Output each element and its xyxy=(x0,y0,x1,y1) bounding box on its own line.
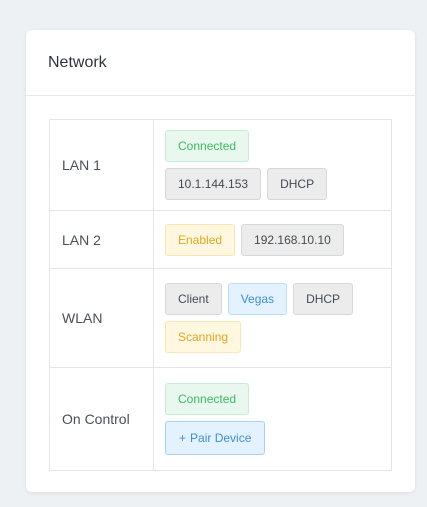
row-wlan: WLAN Client Vegas DHCP Scanning xyxy=(49,268,392,368)
row-lan1: LAN 1 Connected 10.1.144.153 DHCP xyxy=(49,119,392,211)
row-label: LAN 1 xyxy=(49,119,154,211)
card-title: Network xyxy=(48,53,107,71)
row-label: On Control xyxy=(49,367,154,471)
plus-icon: + xyxy=(179,431,187,445)
dhcp-badge: DHCP xyxy=(293,283,354,315)
pair-device-button[interactable]: + Pair Device xyxy=(165,421,266,455)
row-on-control: On Control Connected + Pair Device xyxy=(49,367,392,471)
card-header: Network xyxy=(26,30,415,96)
row-values: Connected 10.1.144.153 DHCP xyxy=(153,119,392,211)
row-values: Connected + Pair Device xyxy=(153,367,392,471)
ssid-badge: Vegas xyxy=(227,283,288,315)
row-label: LAN 2 xyxy=(49,210,154,269)
row-values: Client Vegas DHCP Scanning xyxy=(153,268,392,368)
network-table: LAN 1 Connected 10.1.144.153 DHCP LAN 2 E… xyxy=(49,119,392,471)
status-badge: Enabled xyxy=(165,223,236,256)
row-values: Enabled 192.168.10.10 xyxy=(153,210,392,269)
status-badge: Scanning xyxy=(165,321,242,353)
ip-address-badge: 10.1.144.153 xyxy=(165,168,262,200)
pair-device-label: Pair Device xyxy=(190,431,252,445)
row-label: WLAN xyxy=(49,268,154,368)
mode-badge: DHCP xyxy=(267,168,328,200)
row-lan2: LAN 2 Enabled 192.168.10.10 xyxy=(49,210,392,269)
status-badge: Connected xyxy=(165,130,250,162)
mode-badge: Client xyxy=(165,283,222,315)
ip-address-badge: 192.168.10.10 xyxy=(241,223,344,256)
network-card: Network LAN 1 Connected 10.1.144.153 DHCP… xyxy=(26,30,415,492)
status-badge: Connected xyxy=(165,383,250,415)
